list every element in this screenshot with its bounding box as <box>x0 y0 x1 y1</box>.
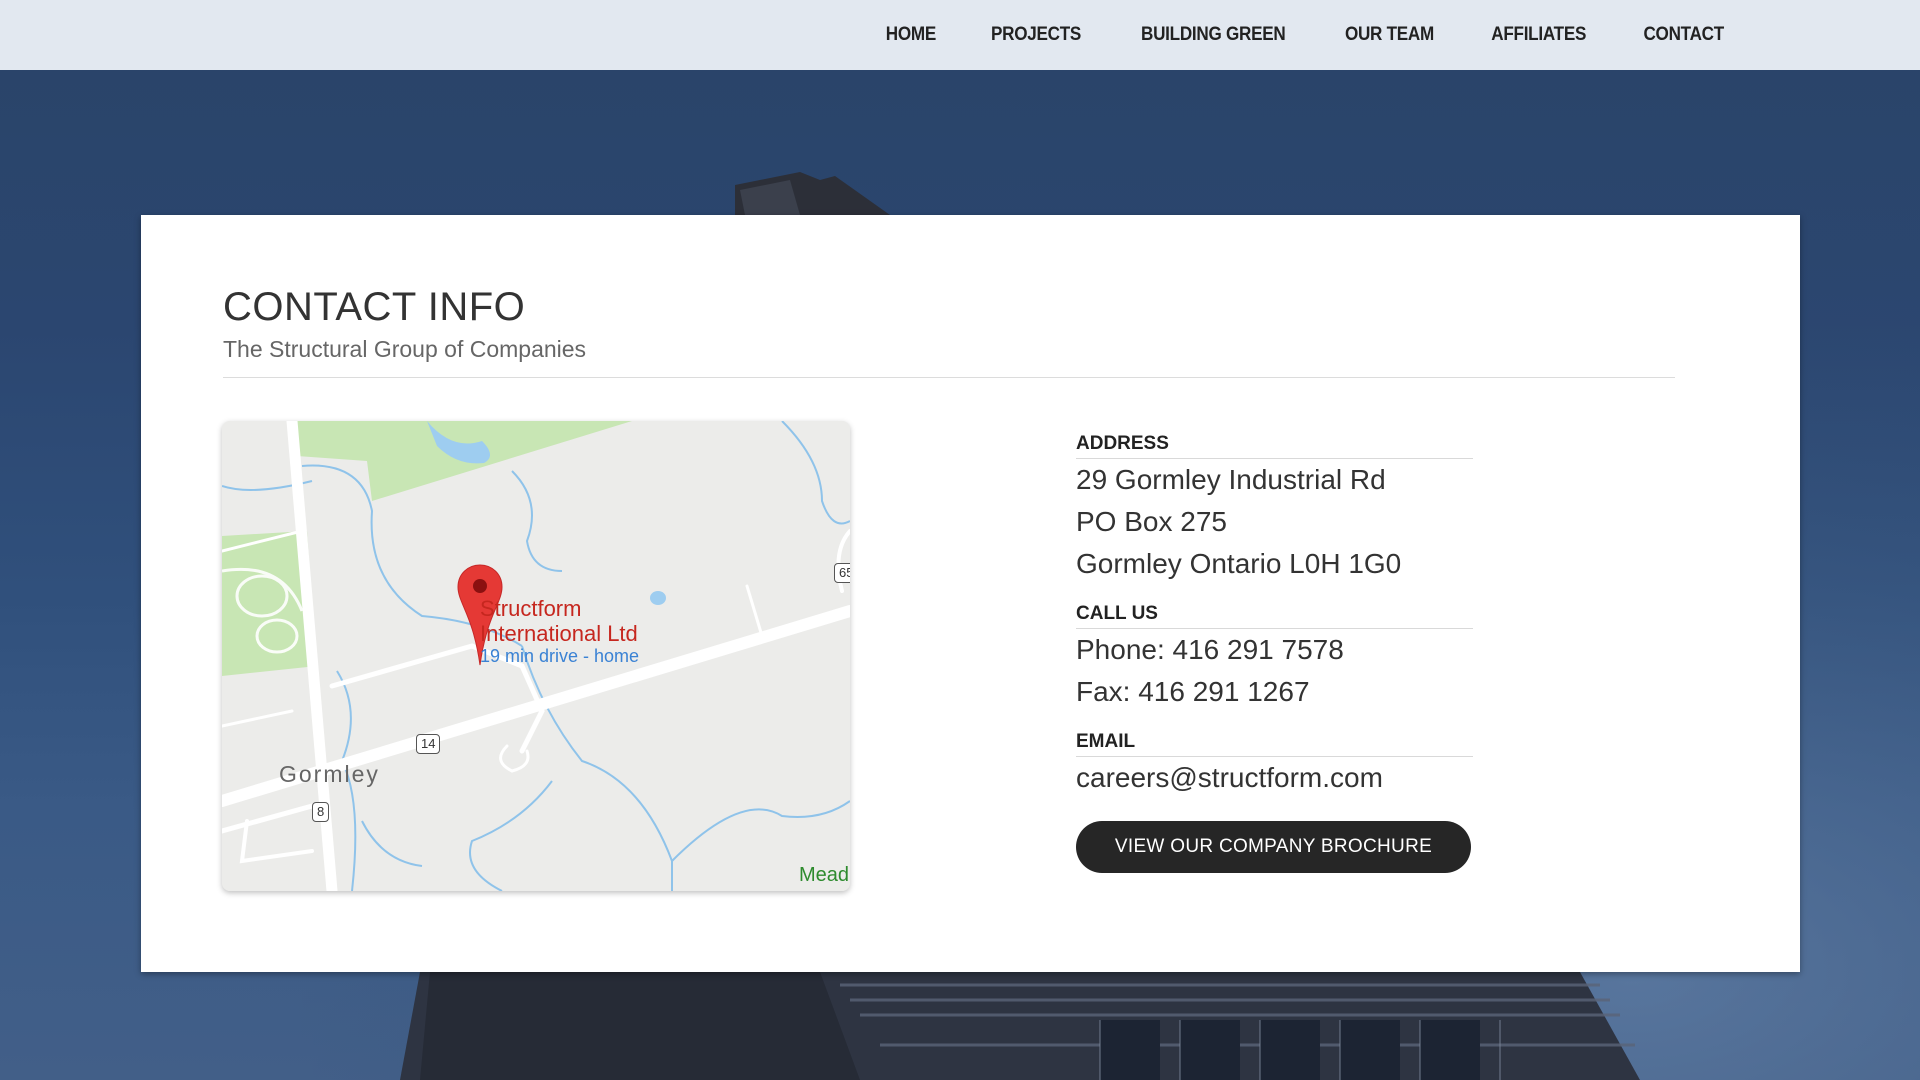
nav-item-projects[interactable]: PROJECTS <box>991 24 1081 46</box>
top-navbar: HOME PROJECTS BUILDING GREEN OUR TEAM AF… <box>0 0 1920 70</box>
email-heading: EMAIL <box>1076 719 1473 757</box>
call-section: CALL US Phone: 416 291 7578 Fax: 416 291… <box>1076 591 1473 713</box>
contact-details: ADDRESS 29 Gormley Industrial Rd PO Box … <box>1076 421 1473 873</box>
call-heading: CALL US <box>1076 591 1473 629</box>
route-shield-65: 65 <box>834 563 850 583</box>
nav-item-our-team[interactable]: OUR TEAM <box>1345 24 1434 46</box>
map-town-label: Gormley <box>279 761 380 787</box>
address-heading: ADDRESS <box>1076 421 1473 459</box>
page-title: CONTACT INFO <box>223 285 526 329</box>
page-subtitle: The Structural Group of Companies <box>223 336 587 362</box>
map-edge-label: Mead <box>799 864 850 886</box>
title-divider <box>223 377 1675 378</box>
address-line-2: PO Box 275 <box>1076 506 1227 537</box>
main-menu: HOME PROJECTS BUILDING GREEN OUR TEAM AF… <box>836 0 1728 70</box>
nav-item-home[interactable]: HOME <box>886 24 937 46</box>
map-place-name-line2: International Ltd <box>480 621 638 646</box>
email-link[interactable]: careers@structform.com <box>1076 757 1473 799</box>
contact-card: CONTACT INFO The Structural Group of Com… <box>141 215 1800 972</box>
address-line-1: 29 Gormley Industrial Rd <box>1076 464 1386 495</box>
route-shield-8: 8 <box>312 802 330 822</box>
location-map[interactable]: Structform International Ltd 19 min driv… <box>222 421 850 891</box>
map-place-name[interactable]: Structform International Ltd <box>480 596 638 646</box>
address-section: ADDRESS 29 Gormley Industrial Rd PO Box … <box>1076 421 1473 585</box>
nav-item-contact[interactable]: CONTACT <box>1643 24 1724 46</box>
phone-number[interactable]: Phone: 416 291 7578 <box>1076 629 1473 671</box>
email-section: EMAIL careers@structform.com <box>1076 719 1473 799</box>
address-line-3: Gormley Ontario L0H 1G0 <box>1076 548 1402 579</box>
fax-number: Fax: 416 291 1267 <box>1076 676 1310 707</box>
view-brochure-button[interactable]: VIEW OUR COMPANY BROCHURE <box>1076 821 1471 873</box>
map-place-name-line1: Structform <box>480 596 582 621</box>
nav-item-affiliates[interactable]: AFFILIATES <box>1492 24 1587 46</box>
route-shield-14: 14 <box>416 734 441 754</box>
map-drive-time[interactable]: 19 min drive - home <box>480 646 639 667</box>
nav-item-building-green[interactable]: BUILDING GREEN <box>1141 24 1286 46</box>
